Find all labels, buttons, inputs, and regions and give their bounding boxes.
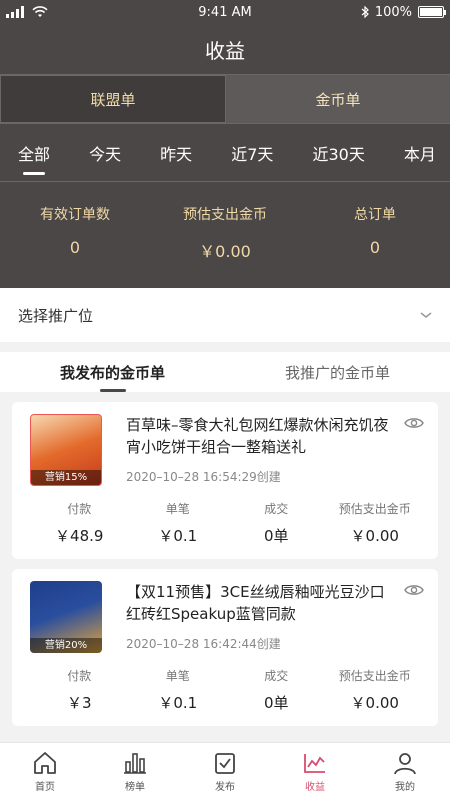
status-bar: 9:41 AM 100% xyxy=(0,0,450,24)
nav-publish[interactable]: 发布 xyxy=(180,743,270,800)
stat-label: 总订单 xyxy=(354,207,396,223)
estimated-coins-label: 预估支出金币 xyxy=(338,502,411,516)
created-date: 2020–10–28 16:42:44创建 xyxy=(126,637,281,651)
home-icon xyxy=(34,752,56,774)
summary-stats: 有效订单数 0 预估支出金币 ￥0.00 总订单 0 xyxy=(0,182,450,288)
earnings-icon xyxy=(304,754,325,773)
estimated-coins-label: 预估支出金币 xyxy=(338,669,411,683)
eye-icon[interactable] xyxy=(404,583,424,597)
nav-label: 收益 xyxy=(305,782,325,793)
per-order-value: ￥0.1 xyxy=(158,694,198,712)
payment-value: ￥3 xyxy=(66,694,92,712)
deals-value: 0单 xyxy=(263,694,289,712)
payment-value: ￥48.9 xyxy=(55,527,104,545)
nav-earnings[interactable]: 收益 xyxy=(270,743,360,800)
card-stats: 付款 ￥3 单笔 ￥0.1 成交 0单 预估支出金币 ￥0.00 xyxy=(30,667,424,713)
nav-profile[interactable]: 我的 xyxy=(360,743,450,800)
product-image: 营销15% xyxy=(30,414,102,486)
stat-label: 预估支出金币 xyxy=(183,207,267,223)
tab-my-published[interactable]: 我发布的金币单 xyxy=(0,352,225,392)
chevron-down-icon xyxy=(420,312,432,318)
card-stats: 付款 ￥48.9 单笔 ￥0.1 成交 0单 预估支出金币 ￥0.00 xyxy=(30,500,424,546)
status-time: 9:41 AM xyxy=(198,4,252,20)
created-date: 2020–10–28 16:54:29创建 xyxy=(126,470,281,484)
stat-label: 有效订单数 xyxy=(40,207,110,223)
per-order-label: 单笔 xyxy=(165,669,190,683)
order-list: 营销15% 百草味–零食大礼包网红爆款休闲充饥夜宵小吃饼干组合一整箱送礼 202… xyxy=(0,392,450,726)
stat-estimated-coins: 预估支出金币 ￥0.00 xyxy=(150,204,300,288)
tab-last-30-days[interactable]: 近30天 xyxy=(312,135,364,171)
nav-label: 榜单 xyxy=(125,782,145,793)
tab-yesterday[interactable]: 昨天 xyxy=(160,135,192,171)
header-region: 9:41 AM 100% 收益 联盟单 金币单 全部 今天 昨天 近7天 近30… xyxy=(0,0,450,288)
product-title: 百草味–零食大礼包网红爆款休闲充饥夜宵小吃饼干组合一整箱送礼 xyxy=(126,416,389,456)
list-tabs: 我发布的金币单 我推广的金币单 xyxy=(0,352,450,392)
page-title: 收益 xyxy=(205,38,245,63)
publish-icon xyxy=(215,753,235,774)
commission-tag: 营销20% xyxy=(30,638,102,653)
tab-my-promoted[interactable]: 我推广的金币单 xyxy=(225,352,450,392)
eye-icon[interactable] xyxy=(404,416,424,430)
tab-today[interactable]: 今天 xyxy=(89,135,121,171)
nav-label: 首页 xyxy=(35,782,55,793)
nav-label: 发布 xyxy=(215,782,235,793)
time-filter-tabs: 全部 今天 昨天 近7天 近30天 本月 xyxy=(0,124,450,182)
battery-icon xyxy=(418,6,446,18)
nav-ranking[interactable]: 榜单 xyxy=(90,743,180,800)
order-card[interactable]: 营销20% 【双11预售】3CE丝绒唇釉哑光豆沙口红砖红Speakup蓝管同款 … xyxy=(12,569,438,726)
deals-label: 成交 xyxy=(264,669,289,683)
tab-last-7-days[interactable]: 近7天 xyxy=(231,135,273,171)
tab-all[interactable]: 全部 xyxy=(18,135,50,171)
product-image: 营销20% xyxy=(30,581,102,653)
per-order-value: ￥0.1 xyxy=(158,527,198,545)
per-order-label: 单笔 xyxy=(165,502,190,516)
estimated-coins-value: ￥0.00 xyxy=(350,527,399,545)
stat-total-orders: 总订单 0 xyxy=(300,204,450,288)
nav-home[interactable]: 首页 xyxy=(0,743,90,800)
nav-label: 我的 xyxy=(395,782,415,793)
product-title: 【双11预售】3CE丝绒唇釉哑光豆沙口红砖红Speakup蓝管同款 xyxy=(126,583,385,623)
segment-coin-orders[interactable]: 金币单 xyxy=(226,75,450,123)
select-label: 选择推广位 xyxy=(18,306,94,325)
stat-value: ￥0.00 xyxy=(199,242,251,261)
payment-label: 付款 xyxy=(67,502,92,516)
order-type-switch: 联盟单 金币单 xyxy=(0,74,450,124)
profile-icon xyxy=(394,753,416,775)
chart-icon xyxy=(124,753,146,774)
deals-value: 0单 xyxy=(263,527,289,545)
payment-label: 付款 xyxy=(67,669,92,683)
bottom-nav: 首页 榜单 发布 收益 我的 xyxy=(0,742,450,800)
stat-value: 0 xyxy=(69,238,81,257)
tab-this-month[interactable]: 本月 xyxy=(404,135,436,171)
deals-label: 成交 xyxy=(264,502,289,516)
commission-tag: 营销15% xyxy=(31,470,101,485)
stat-valid-orders: 有效订单数 0 xyxy=(0,204,150,288)
stat-value: 0 xyxy=(369,238,381,257)
estimated-coins-value: ￥0.00 xyxy=(350,694,399,712)
promotion-slot-select[interactable]: 选择推广位 xyxy=(0,288,450,342)
segment-alliance-orders[interactable]: 联盟单 xyxy=(0,75,226,123)
order-card[interactable]: 营销15% 百草味–零食大礼包网红爆款休闲充饥夜宵小吃饼干组合一整箱送礼 202… xyxy=(12,402,438,559)
